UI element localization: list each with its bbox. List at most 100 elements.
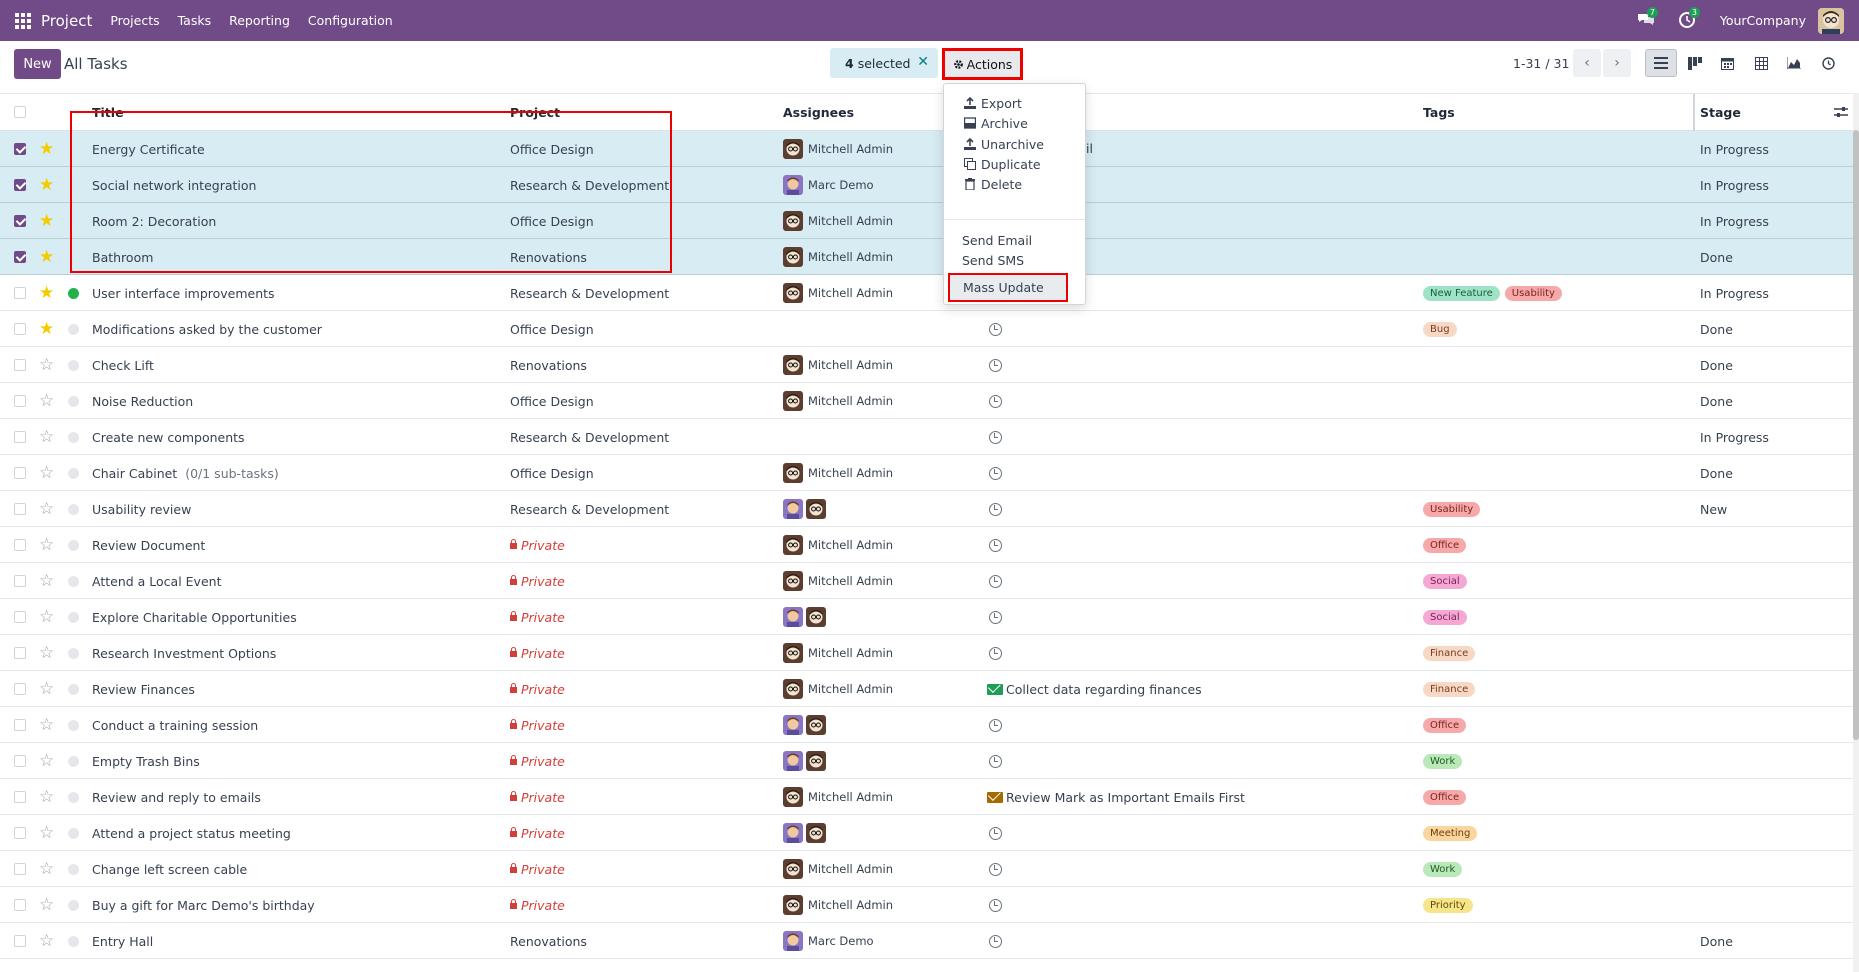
priority-star-icon[interactable]: ☆ xyxy=(39,536,54,554)
kanban-state-dot-icon[interactable] xyxy=(68,791,79,803)
row-checkbox[interactable] xyxy=(14,575,26,587)
unarchive-menu-item[interactable]: Unarchive xyxy=(944,133,1085,155)
priority-star-icon[interactable]: ★ xyxy=(39,176,54,194)
kanban-state-dot-icon[interactable] xyxy=(68,575,79,587)
unselect-all-close-icon[interactable]: ✕ xyxy=(917,54,929,70)
kanban-state-dot-icon[interactable] xyxy=(68,755,79,767)
mitchell-admin-avatar[interactable] xyxy=(783,211,803,231)
row-checkbox[interactable] xyxy=(14,899,26,911)
priority-star-icon[interactable]: ☆ xyxy=(39,572,54,590)
table-row[interactable]: ☆ Attend a Local Event Private Mitchell Adm… xyxy=(0,563,1859,599)
row-checkbox[interactable] xyxy=(14,863,26,875)
pivot-view-button[interactable] xyxy=(1745,49,1777,77)
select-all-checkbox[interactable] xyxy=(14,106,26,118)
mitchell-admin-avatar[interactable] xyxy=(806,607,826,627)
mitchell-admin-avatar[interactable] xyxy=(806,823,826,843)
kanban-state-dot-icon[interactable] xyxy=(68,719,79,731)
table-row[interactable]: ☆ Chair Cabinet (0/1 sub-tasks) Office Desi… xyxy=(0,455,1859,491)
task-assignees[interactable]: Mitchell Admin xyxy=(783,563,893,599)
kanban-state-dot-icon[interactable] xyxy=(68,935,79,947)
row-checkbox[interactable] xyxy=(14,647,26,659)
list-view-button[interactable] xyxy=(1645,49,1677,77)
activity-clock-icon[interactable] xyxy=(989,718,1002,732)
task-project[interactable]: Research & Development xyxy=(510,430,669,445)
table-row[interactable]: ☆ Create new components Research & Develop… xyxy=(0,419,1859,455)
priority-star-icon[interactable]: ★ xyxy=(39,212,54,230)
task-assignees[interactable]: Mitchell Admin xyxy=(783,887,893,923)
kanban-state-dot-icon[interactable] xyxy=(68,647,79,659)
menu-item-configuration[interactable]: Configuration xyxy=(308,13,393,28)
table-row[interactable]: ☆ Noise Reduction Office Design Mitchell Ad… xyxy=(0,383,1859,419)
kanban-state-dot-icon[interactable] xyxy=(68,431,79,443)
column-resize-handle[interactable] xyxy=(1693,94,1695,131)
task-assignees[interactable]: Mitchell Admin xyxy=(783,203,893,239)
table-row[interactable]: ☆ Attend a project status meeting Private M… xyxy=(0,815,1859,851)
task-assignees[interactable]: Mitchell Admin xyxy=(783,671,893,707)
table-row[interactable]: ☆ Conduct a training session Private Office xyxy=(0,707,1859,743)
mass-update-menu-item[interactable]: Mass Update xyxy=(948,273,1068,302)
activity-clock-icon[interactable] xyxy=(989,934,1002,948)
graph-view-button[interactable] xyxy=(1778,49,1810,77)
activity-clock-icon[interactable] xyxy=(989,826,1002,840)
kanban-state-dot-icon[interactable] xyxy=(68,539,79,551)
pager-previous-button[interactable]: ‹ xyxy=(1573,49,1601,77)
mitchell-admin-avatar[interactable] xyxy=(783,391,803,411)
activity-clock-icon[interactable] xyxy=(989,646,1002,660)
marc-demo-avatar[interactable] xyxy=(783,931,803,951)
row-checkbox[interactable] xyxy=(14,215,26,227)
kanban-state-dot-icon[interactable] xyxy=(68,359,79,371)
priority-star-icon[interactable]: ☆ xyxy=(39,824,54,842)
activity-view-button[interactable] xyxy=(1812,49,1844,77)
marc-demo-avatar[interactable] xyxy=(783,715,803,735)
priority-star-icon[interactable]: ☆ xyxy=(39,356,54,374)
marc-demo-avatar[interactable] xyxy=(783,499,803,519)
activity-clock-icon[interactable] xyxy=(989,466,1002,480)
priority-star-icon[interactable]: ☆ xyxy=(39,500,54,518)
marc-demo-avatar[interactable] xyxy=(783,175,803,195)
column-stage[interactable]: Stage xyxy=(1700,105,1741,120)
menu-item-reporting[interactable]: Reporting xyxy=(229,13,290,28)
kanban-state-dot-icon[interactable] xyxy=(68,395,79,407)
activity-clock-icon[interactable] xyxy=(989,574,1002,588)
table-row[interactable]: ☆ Check Lift Renovations Mitchell Admin Done xyxy=(0,347,1859,383)
activity-clock-icon[interactable] xyxy=(989,358,1002,372)
table-row[interactable]: ☆ Review and reply to emails Private Mitche… xyxy=(0,779,1859,815)
table-row[interactable]: ☆ Review Finances Private Mitchell Admin Col… xyxy=(0,671,1859,707)
email-activity-icon[interactable] xyxy=(987,683,1003,695)
kanban-view-button[interactable] xyxy=(1679,49,1711,77)
priority-star-icon[interactable]: ☆ xyxy=(39,788,54,806)
priority-star-icon[interactable]: ☆ xyxy=(39,464,54,482)
activity-clock-icon[interactable] xyxy=(989,502,1002,516)
user-avatar[interactable] xyxy=(1818,7,1844,34)
app-title[interactable]: Project xyxy=(41,12,92,30)
row-checkbox[interactable] xyxy=(14,287,26,299)
pager-value[interactable]: 1-31 / 31 xyxy=(1513,56,1569,71)
messages-icon[interactable]: 7 xyxy=(1636,6,1658,31)
row-checkbox[interactable] xyxy=(14,359,26,371)
activities-clock-icon[interactable]: 3 xyxy=(1678,6,1700,31)
row-checkbox[interactable] xyxy=(14,395,26,407)
menu-item-tasks[interactable]: Tasks xyxy=(178,13,212,28)
mitchell-admin-avatar[interactable] xyxy=(783,571,803,591)
priority-star-icon[interactable]: ☆ xyxy=(39,608,54,626)
mitchell-admin-avatar[interactable] xyxy=(783,679,803,699)
row-checkbox[interactable] xyxy=(14,791,26,803)
table-row[interactable]: ☆ Explore Charitable Opportunities Private… xyxy=(0,599,1859,635)
mitchell-admin-avatar[interactable] xyxy=(783,355,803,375)
kanban-state-dot-icon[interactable] xyxy=(68,287,79,299)
marc-demo-avatar[interactable] xyxy=(783,823,803,843)
row-checkbox[interactable] xyxy=(14,431,26,443)
kanban-state-dot-icon[interactable] xyxy=(68,611,79,623)
delete-menu-item[interactable]: Delete xyxy=(944,173,1085,195)
calendar-view-button[interactable] xyxy=(1711,49,1743,77)
task-assignees[interactable]: Mitchell Admin xyxy=(783,347,893,383)
row-checkbox[interactable] xyxy=(14,251,26,263)
send-email-menu-item[interactable]: Send Email xyxy=(944,229,1085,251)
mitchell-admin-avatar[interactable] xyxy=(783,643,803,663)
activity-clock-icon[interactable] xyxy=(989,754,1002,768)
row-checkbox[interactable] xyxy=(14,323,26,335)
task-assignees[interactable]: Mitchell Admin xyxy=(783,131,893,167)
priority-star-icon[interactable]: ★ xyxy=(39,320,54,338)
kanban-state-dot-icon[interactable] xyxy=(68,863,79,875)
mitchell-admin-avatar[interactable] xyxy=(806,715,826,735)
